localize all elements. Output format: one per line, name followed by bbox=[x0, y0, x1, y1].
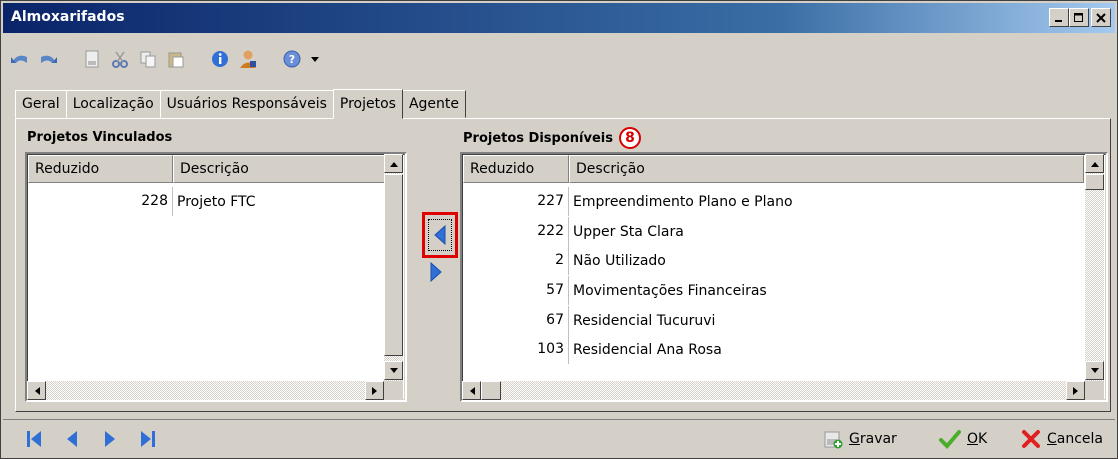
cut-icon[interactable] bbox=[109, 48, 131, 70]
column-header-descricao[interactable]: Descrição bbox=[173, 155, 385, 183]
last-record-button[interactable] bbox=[139, 430, 157, 448]
available-projects-title: Projetos Disponíveis 8 bbox=[463, 127, 641, 149]
annotation-badge: 8 bbox=[618, 127, 641, 149]
scroll-thumb[interactable] bbox=[384, 174, 403, 356]
arrow-right-icon bbox=[430, 262, 442, 282]
table-row[interactable]: 67 Residencial Tucuruvi bbox=[463, 306, 715, 335]
close-icon bbox=[1096, 12, 1106, 23]
add-project-button[interactable] bbox=[422, 212, 458, 258]
window-controls bbox=[1049, 8, 1111, 27]
table-row[interactable]: 222 Upper Sta Clara bbox=[463, 217, 684, 246]
tab-projetos[interactable]: Projetos bbox=[332, 89, 403, 119]
available-horizontal-scrollbar[interactable] bbox=[462, 381, 1085, 400]
tab-strip: Geral Localização Usuários Responsáveis … bbox=[15, 88, 466, 119]
copy-icon[interactable] bbox=[137, 48, 159, 70]
first-record-icon bbox=[27, 431, 41, 447]
almoxarifados-window: Almoxarifados ? Geral Localização Usuári… bbox=[0, 0, 1118, 459]
available-projects-list[interactable]: Reduzido Descrição 227 Empreendimento Pl… bbox=[460, 152, 1108, 402]
gravar-button[interactable]: Gravar bbox=[823, 428, 897, 450]
column-header-reduzido[interactable]: Reduzido bbox=[28, 155, 173, 183]
cancelar-button[interactable]: Cancela bbox=[1021, 428, 1103, 450]
next-record-icon bbox=[105, 431, 115, 447]
tab-agente[interactable]: Agente bbox=[401, 90, 466, 118]
minimize-icon bbox=[1055, 19, 1062, 22]
linked-horizontal-scrollbar[interactable] bbox=[27, 381, 384, 400]
scroll-right-icon bbox=[371, 386, 377, 395]
available-list-header: Reduzido Descrição bbox=[463, 155, 1084, 183]
scroll-left-icon bbox=[34, 386, 40, 395]
linked-list-header: Reduzido Descrição bbox=[28, 155, 385, 183]
paste-icon[interactable] bbox=[165, 48, 187, 70]
ok-button[interactable]: OK bbox=[939, 428, 987, 450]
scroll-down-button[interactable] bbox=[384, 361, 403, 380]
scroll-left-icon bbox=[469, 386, 475, 395]
tab-usuarios-responsaveis[interactable]: Usuários Responsáveis bbox=[159, 90, 334, 118]
maximize-icon bbox=[1074, 12, 1083, 22]
scroll-down-button[interactable] bbox=[1085, 361, 1104, 380]
title-bar[interactable]: Almoxarifados bbox=[3, 3, 1115, 33]
tab-geral[interactable]: Geral bbox=[15, 90, 67, 118]
scroll-down-icon bbox=[1090, 367, 1099, 373]
save-icon bbox=[824, 431, 843, 449]
redo-icon[interactable] bbox=[37, 48, 59, 70]
table-row[interactable]: 57 Movimentações Financeiras bbox=[463, 276, 767, 305]
checkmark-icon bbox=[939, 430, 961, 449]
scroll-up-icon bbox=[389, 161, 398, 167]
scroll-right-button[interactable] bbox=[365, 381, 384, 400]
new-doc-icon[interactable] bbox=[81, 48, 103, 70]
toolbar: ? bbox=[9, 45, 321, 73]
linked-projects-title: Projetos Vinculados bbox=[27, 130, 173, 145]
bottom-bar: Gravar OK Cancela bbox=[3, 419, 1115, 457]
remove-project-button[interactable] bbox=[428, 262, 444, 282]
previous-record-icon bbox=[67, 431, 77, 447]
scroll-up-button[interactable] bbox=[384, 154, 403, 173]
window-title: Almoxarifados bbox=[11, 9, 125, 25]
arrow-left-icon bbox=[434, 225, 446, 245]
next-record-button[interactable] bbox=[101, 430, 119, 448]
scroll-left-button[interactable] bbox=[462, 381, 481, 400]
column-header-descricao[interactable]: Descrição bbox=[569, 155, 1084, 183]
first-record-button[interactable] bbox=[25, 430, 43, 448]
scroll-up-button[interactable] bbox=[1085, 154, 1104, 173]
scroll-up-icon bbox=[1090, 161, 1099, 167]
linked-vertical-scrollbar[interactable] bbox=[384, 154, 403, 381]
linked-projects-list[interactable]: Reduzido Descrição 228 Projeto FTC bbox=[25, 152, 407, 402]
svg-text:?: ? bbox=[289, 53, 295, 66]
table-row[interactable]: 103 Residencial Ana Rosa bbox=[463, 335, 722, 364]
scroll-thumb[interactable] bbox=[1085, 174, 1104, 190]
column-header-reduzido[interactable]: Reduzido bbox=[463, 155, 569, 183]
scroll-right-icon bbox=[1072, 386, 1078, 395]
minimize-button[interactable] bbox=[1049, 8, 1069, 27]
cancel-x-icon bbox=[1022, 430, 1040, 448]
help-icon[interactable]: ? bbox=[281, 48, 303, 70]
table-row[interactable]: 2 Não Utilizado bbox=[463, 246, 666, 275]
maximize-button[interactable] bbox=[1069, 8, 1089, 27]
scroll-down-icon bbox=[389, 367, 398, 373]
undo-icon[interactable] bbox=[9, 48, 31, 70]
table-row[interactable]: 228 Projeto FTC bbox=[28, 187, 256, 216]
available-vertical-scrollbar[interactable] bbox=[1085, 154, 1104, 381]
scroll-left-button[interactable] bbox=[27, 381, 46, 400]
close-button[interactable] bbox=[1091, 8, 1111, 27]
scroll-right-button[interactable] bbox=[1066, 381, 1085, 400]
tab-localizacao[interactable]: Localização bbox=[65, 90, 161, 118]
dropdown-arrow-icon[interactable] bbox=[309, 48, 321, 70]
previous-record-button[interactable] bbox=[63, 430, 81, 448]
info-icon[interactable] bbox=[209, 48, 231, 70]
user-icon[interactable] bbox=[237, 48, 259, 70]
table-row[interactable]: 227 Empreendimento Plano e Plano bbox=[463, 187, 793, 216]
last-record-icon bbox=[141, 431, 155, 447]
record-navigation bbox=[25, 430, 157, 448]
scroll-thumb[interactable] bbox=[481, 381, 501, 400]
